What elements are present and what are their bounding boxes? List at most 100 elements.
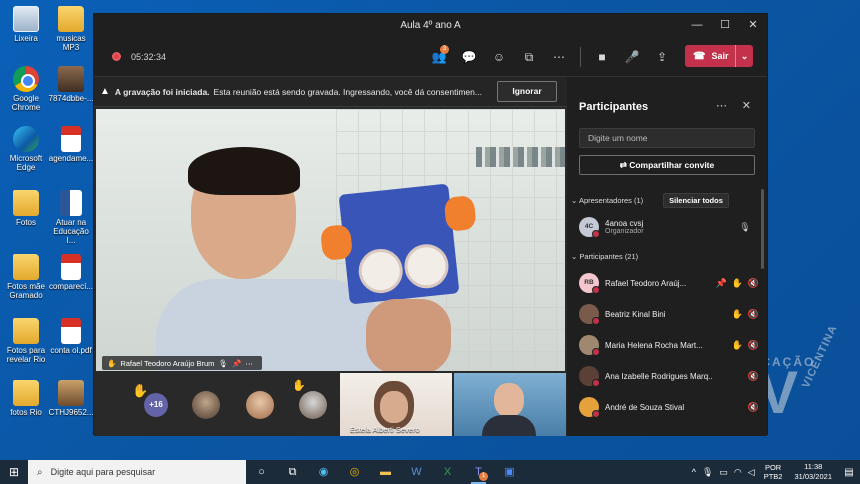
search-input[interactable]: Digite um nome — [579, 128, 755, 148]
ignore-button[interactable]: Ignorar — [497, 81, 557, 102]
notification-icon[interactable]: ▤ — [838, 467, 860, 478]
file-explorer-icon[interactable]: ▬ — [370, 460, 401, 484]
cortana-icon[interactable]: ○ — [246, 460, 277, 484]
more-participants-button[interactable]: +16 — [144, 393, 168, 417]
desktop-icon[interactable]: comparecí... — [48, 254, 94, 291]
avatar[interactable] — [192, 391, 220, 419]
chrome-icon[interactable]: ◎ — [339, 460, 370, 484]
close-button[interactable]: ✕ — [739, 14, 767, 37]
teams-icon[interactable]: T1 — [463, 460, 494, 484]
pin-icon[interactable]: 📌 — [716, 278, 728, 289]
task-view-icon[interactable]: ⧉ — [277, 460, 308, 484]
cupcake-liner-right — [443, 194, 477, 232]
zoom-icon[interactable]: ▣ — [494, 460, 525, 484]
word-icon[interactable]: W — [401, 460, 432, 484]
craft-robot — [319, 183, 477, 305]
desktop-icon[interactable]: CTHJ9652... — [48, 380, 94, 417]
desktop-icon[interactable]: conta ol.pdf — [48, 318, 94, 355]
photo-icon — [58, 66, 84, 92]
presenter-name: 4anoa cvsj Organizador — [605, 219, 713, 235]
raised-hand-icon[interactable]: ✋ — [731, 340, 743, 351]
mic-icon[interactable]: 🎤 — [617, 45, 647, 69]
mic-off-icon[interactable]: 🔇 — [747, 278, 759, 289]
participant-row[interactable]: RB Rafael Teodoro Araúj... 📌 ✋ 🔇 — [579, 270, 759, 296]
panel-scrollbar[interactable] — [761, 189, 764, 269]
presenter-row[interactable]: 4C 4anoa cvsj Organizador 🎙 — [579, 214, 759, 240]
desktop-icon[interactable]: 7874dbbe-... — [48, 66, 94, 103]
taskbar-search[interactable]: ⌕ Digite aqui para pesquisar — [28, 460, 246, 484]
desktop-icon[interactable]: Fotos para revelar Rio — [3, 318, 49, 364]
edge-icon[interactable]: ◉ — [308, 460, 339, 484]
participants-badge: 3 — [440, 45, 449, 54]
desktop-icon[interactable]: Google Chrome — [3, 66, 49, 112]
raised-hand-icon: ✋ — [292, 380, 306, 392]
reactions-icon[interactable]: ☺ — [484, 45, 514, 69]
mic-off-icon[interactable]: 🔇 — [747, 371, 759, 382]
chevron-down-icon[interactable]: ⌄ — [735, 45, 753, 67]
search-icon: ⌕ — [37, 466, 43, 478]
avatar[interactable] — [299, 391, 327, 419]
raised-hand-icon[interactable]: ✋ — [731, 278, 743, 289]
desktop-icon[interactable]: Microsoft Edge — [3, 126, 49, 172]
mic-icon[interactable]: 🎙 — [739, 222, 751, 233]
chevron-up-icon[interactable]: ^ — [692, 467, 696, 477]
main-video[interactable]: ✋ Rafael Teodoro Araújo Brum 🎙 📌 ⋯ — [96, 109, 565, 371]
desktop-icon[interactable]: musicas MP3 — [48, 6, 94, 52]
participant-row[interactable]: Maria Helena Rocha Mart... ✋ 🔇 — [579, 332, 759, 358]
participants-section[interactable]: ⌄ Participantes (21) — [571, 252, 638, 261]
photo2-icon — [58, 380, 84, 406]
person-hand — [366, 299, 451, 371]
close-icon[interactable]: ✕ — [742, 99, 751, 112]
participant-row[interactable]: André de Souza Stival 🔇 — [579, 394, 759, 420]
avatar[interactable] — [246, 391, 274, 419]
folder-icon — [13, 190, 39, 216]
more-icon[interactable]: ⋯ — [544, 45, 574, 69]
share-icon: ⇄ — [619, 160, 630, 170]
share-invite-button[interactable]: ⇄ Compartilhar convite — [579, 155, 755, 175]
avatar: 4C — [579, 217, 600, 238]
mic-off-icon[interactable]: 🔇 — [747, 402, 759, 413]
volume-icon[interactable]: ◁ — [748, 467, 755, 478]
more-icon[interactable]: ⋯ — [245, 359, 253, 368]
leave-button[interactable]: ☎ Sair ⌄ — [685, 45, 753, 67]
video-thumb[interactable]: Estela Alberti Severo — [340, 373, 452, 436]
desktop-icon[interactable]: Atuar na Educação I... — [48, 190, 94, 245]
people-icon[interactable]: 👥 3 — [424, 45, 454, 69]
video-thumb[interactable] — [454, 373, 566, 436]
desktop-icon[interactable]: agendame... — [48, 126, 94, 163]
avatar — [579, 397, 600, 418]
lang-top: POR — [764, 463, 782, 472]
excel-icon[interactable]: X — [432, 460, 463, 484]
wifi-icon[interactable]: ◠ — [734, 467, 742, 478]
mic-icon[interactable]: 🎙 — [702, 467, 713, 478]
desktop-icon[interactable]: Lixeira — [3, 6, 49, 43]
participant-row[interactable]: Beatriz Kinal Bini ✋ 🔇 — [579, 301, 759, 327]
clock[interactable]: 11:38 31/03/2021 — [794, 462, 832, 482]
desktop-icon-label: Atuar na Educação I... — [53, 218, 89, 245]
participant-row[interactable]: Ana Izabelle Rodrigues Marq... 🔇 — [579, 363, 759, 389]
minimize-button[interactable]: — — [683, 14, 711, 37]
chat-icon[interactable]: 💬 — [454, 45, 484, 69]
mic-off-icon[interactable]: 🔇 — [747, 340, 759, 351]
desktop-icon-label: comparecí... — [48, 282, 93, 291]
maximize-button[interactable]: ☐ — [711, 14, 739, 37]
windows-start-icon[interactable]: ⊞ — [0, 465, 28, 479]
battery-icon[interactable]: ▭ — [719, 467, 728, 478]
share-icon[interactable]: ⇪ — [647, 45, 677, 69]
camera-icon[interactable]: ■ — [587, 45, 617, 69]
desktop-icon[interactable]: Fotos — [3, 190, 49, 227]
presenter-role: Organizador — [605, 228, 644, 235]
desktop-icon[interactable]: fotos Rio — [3, 380, 49, 417]
mic-off-icon[interactable]: 🔇 — [747, 309, 759, 320]
raised-hand-icon[interactable]: ✋ — [731, 309, 743, 320]
desktop-icon[interactable]: Fotos mãe Gramado — [3, 254, 49, 300]
desktop-icon-label: musicas MP3 — [56, 34, 86, 52]
language-indicator[interactable]: POR PTB2 — [764, 463, 783, 481]
pin-icon[interactable]: 📌 — [232, 359, 241, 368]
speaker-name: Rafael Teodoro Araújo Brum — [120, 358, 215, 368]
more-icon[interactable]: ⋯ — [716, 99, 727, 112]
mute-all-button[interactable]: Silenciar todos — [663, 193, 729, 208]
presenters-section[interactable]: ⌄ Apresentadores (1) — [571, 196, 643, 205]
rooms-icon[interactable]: ⧉ — [514, 45, 544, 69]
chevron-down-icon: ⌄ — [571, 196, 579, 205]
